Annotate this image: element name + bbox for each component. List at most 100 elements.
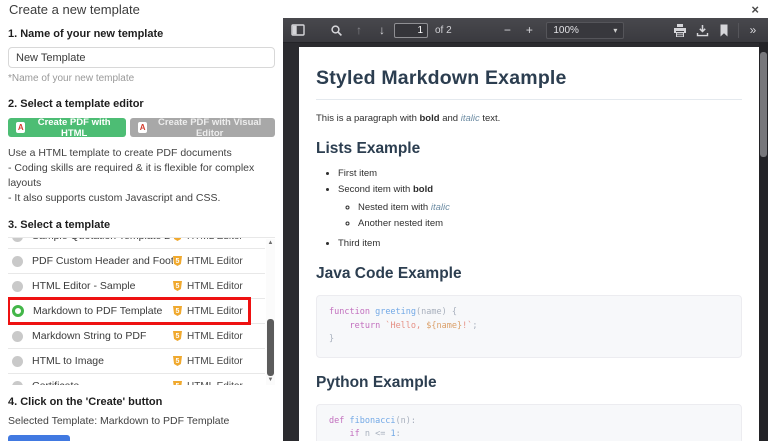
modal-title: Create a new template (9, 1, 140, 17)
print-icon[interactable] (669, 20, 691, 40)
scroll-down-icon[interactable]: ▼ (268, 376, 274, 385)
radio-button[interactable] (12, 355, 23, 367)
html5-icon: 5 (173, 356, 182, 366)
python-code-block: def fibonacci(n): if n <= 1: (316, 403, 742, 441)
editor-tag: 5 HTML Editor (173, 356, 261, 367)
doc-lists-heading: Lists Example (316, 140, 421, 157)
template-list-scrollbar[interactable]: ▲ ▼ (266, 239, 275, 385)
previous-page-icon[interactable]: ↑ (348, 20, 370, 40)
radio-button[interactable] (12, 305, 24, 317)
template-row[interactable]: Markdown String to PDF 5 HTML Editor (8, 324, 265, 349)
java-code-block: function greeting(name) { return `Hello,… (316, 295, 742, 358)
html5-icon: 5 (173, 238, 182, 241)
list-item: Second item with bold Nested item with it… (338, 184, 742, 229)
radio-button[interactable] (12, 280, 23, 292)
zoom-level-value: 100% (553, 24, 579, 36)
template-name-input[interactable] (8, 47, 275, 68)
text: This is a paragraph with (316, 113, 420, 124)
create-button[interactable]: + Create (8, 435, 70, 441)
create-pdf-visual-label: Create PDF with Visual Editor (158, 116, 262, 139)
template-list: Sample Quotation Template 25HTML EditorP… (8, 237, 275, 385)
editor-label: HTML Editor (187, 330, 243, 342)
scroll-up-icon[interactable]: ▲ (268, 239, 274, 248)
template-name: Markdown to PDF Template (33, 305, 163, 317)
step2-heading: 2. Select a template editor (8, 98, 144, 110)
code-line: function greeting(name) { (329, 307, 457, 317)
list-item: Third item (338, 238, 742, 249)
text: Nested item with (358, 202, 431, 213)
radio-button[interactable] (12, 330, 23, 342)
editor-label: HTML Editor (187, 355, 243, 367)
pdf-viewer: ↑ ↓ of 2 − + 100% ▾ (283, 18, 768, 441)
nested-list: Nested item with italic Another nested it… (338, 202, 742, 229)
list-item: Another nested item (358, 218, 742, 229)
zoom-in-icon[interactable]: + (518, 20, 540, 40)
page-number-input[interactable] (394, 22, 428, 38)
bookmark-icon[interactable] (713, 20, 735, 40)
code-line: def fibonacci(n): (329, 415, 417, 426)
code-line: if n <= 1: (349, 429, 401, 440)
doc-bullet-list: First item Second item with bold Nested it… (316, 168, 742, 249)
italic-text: italic (430, 202, 450, 213)
editor-label: HTML Editor (187, 305, 243, 317)
template-row[interactable]: PDF Custom Header and Footer 5 HTML Editor (8, 249, 265, 274)
sidebar-toggle-icon[interactable] (287, 20, 309, 40)
pdf-viewport[interactable]: Styled Markdown Example This is a paragr… (283, 43, 768, 441)
create-pdf-html-label: Create PDF with HTML (37, 116, 111, 139)
toolbar-separator (738, 22, 739, 38)
create-pdf-visual-button[interactable]: A Create PDF with Visual Editor (129, 116, 275, 139)
template-name: HTML Editor - Sample (32, 280, 136, 292)
bold-text: bold (412, 184, 434, 195)
doc-java-heading: Java Code Example (316, 265, 462, 282)
template-row[interactable]: HTML Editor - Sample 5 HTML Editor (8, 274, 265, 299)
template-name: HTML to Image (32, 355, 104, 367)
zoom-out-icon[interactable]: − (496, 20, 518, 40)
editor-description: Use a HTML template to create PDF docume… (8, 146, 275, 206)
modal-header: Create a new template × (0, 0, 768, 18)
search-icon[interactable] (325, 20, 347, 40)
page-count-label: of 2 (435, 24, 452, 36)
text: Third item (338, 238, 381, 249)
editor-tag: 5 HTML Editor (173, 381, 261, 385)
editor-tag: 5 HTML Editor (173, 256, 261, 267)
editor-tag: 5 HTML Editor (173, 331, 261, 342)
zoom-level-select[interactable]: 100% ▾ (546, 21, 625, 39)
step1-heading: 1. Name of your new template (8, 28, 164, 40)
editor-label: HTML Editor (187, 280, 243, 292)
text: Another nested item (358, 218, 444, 229)
italic-text: italic (460, 113, 480, 124)
more-tools-icon[interactable]: » (742, 20, 764, 40)
text: First item (338, 168, 378, 179)
create-pdf-html-button[interactable]: A Create PDF with HTML (8, 116, 126, 139)
radio-button[interactable] (12, 238, 23, 242)
step3-heading: 3. Select a template (8, 219, 111, 231)
html5-icon: 5 (173, 256, 182, 266)
text: and (439, 113, 461, 124)
pdf-toolbar: ↑ ↓ of 2 − + 100% ▾ (283, 18, 768, 43)
chevron-down-icon: ▾ (613, 25, 618, 35)
editor-tag: 5 HTML Editor (173, 306, 261, 317)
template-row[interactable]: Markdown to PDF Template 5 HTML Editor (8, 297, 265, 325)
radio-button[interactable] (12, 380, 23, 385)
scrollbar-thumb[interactable] (760, 52, 767, 157)
pdf-file-icon: A (137, 122, 148, 133)
template-name: Sample Quotation Template 2 (32, 238, 173, 242)
template-row[interactable]: HTML to Image 5 HTML Editor (8, 349, 265, 374)
editor-description-line: Use a HTML template to create PDF docume… (8, 147, 232, 159)
step4-heading: 4. Click on the 'Create' button (8, 396, 163, 408)
download-icon[interactable] (691, 20, 713, 40)
template-row[interactable]: Sample Quotation Template 25 HTML Editor (8, 238, 265, 249)
template-name: Certificate (32, 380, 173, 385)
pdf-file-icon: A (16, 122, 26, 133)
bold-text: bold (419, 113, 440, 124)
template-row[interactable]: Certificate5 HTML Editor (8, 374, 265, 385)
radio-button[interactable] (12, 255, 23, 267)
scrollbar-thumb[interactable] (267, 319, 274, 376)
text: text. (479, 113, 501, 124)
html5-icon: 5 (173, 281, 182, 291)
create-template-modal: Create a new template × 1. Name of your … (0, 0, 768, 441)
doc-python-heading: Python Example (316, 373, 437, 391)
next-page-icon[interactable]: ↓ (371, 20, 393, 40)
close-icon[interactable]: × (751, 3, 759, 16)
pdf-scrollbar[interactable] (759, 43, 768, 441)
